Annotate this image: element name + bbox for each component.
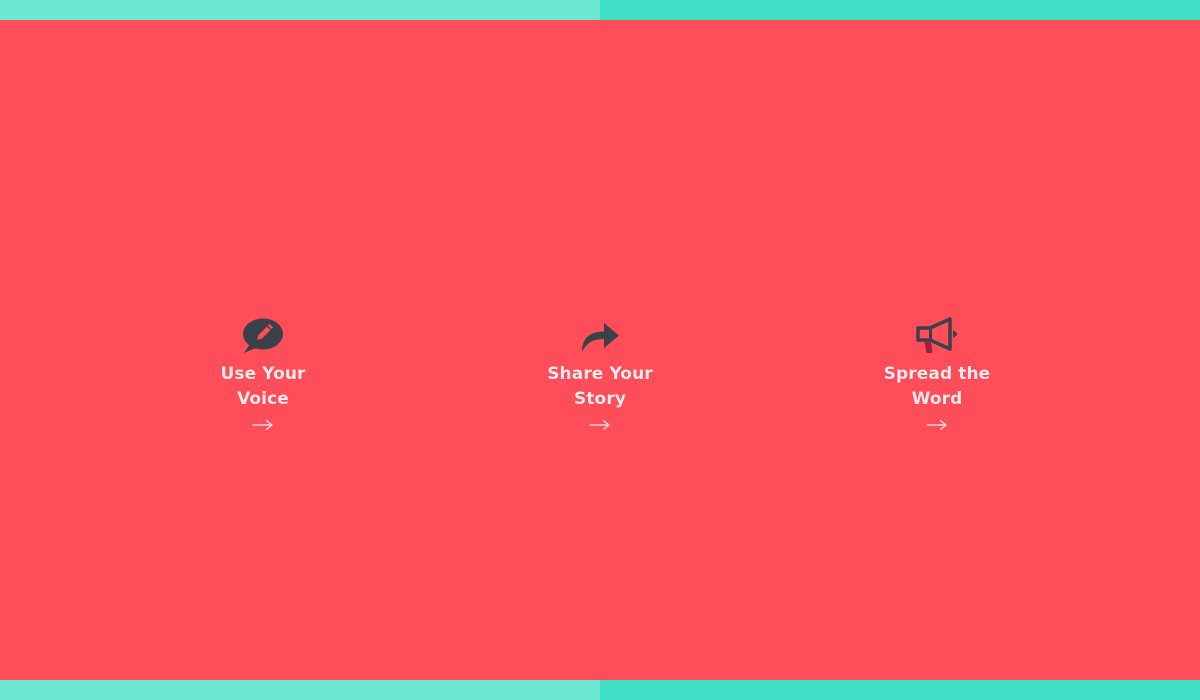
action-panel: Use Your Voice Share Your Story Spread t… xyxy=(0,20,1200,680)
action-title: Share Your Story xyxy=(547,364,653,409)
action-title: Use Your Voice xyxy=(220,364,306,409)
top-band xyxy=(0,0,1200,20)
bottom-band xyxy=(0,680,1200,700)
page: Use Your Voice Share Your Story Spread t… xyxy=(0,0,1200,700)
bottom-band-left xyxy=(0,680,600,700)
right-arrow-icon[interactable] xyxy=(926,418,948,432)
chat-bubble-pencil-icon xyxy=(243,318,283,353)
action-card-use-your-voice[interactable]: Use Your Voice xyxy=(173,316,353,432)
share-arrow-icon xyxy=(582,323,619,352)
bottom-band-right xyxy=(600,680,1200,700)
action-card-spread-the-word[interactable]: Spread the Word xyxy=(847,316,1027,432)
top-band-left xyxy=(0,0,600,20)
action-title: Spread the Word xyxy=(883,364,991,409)
action-card-share-your-story[interactable]: Share Your Story xyxy=(510,316,690,432)
top-band-right xyxy=(600,0,1200,20)
right-arrow-icon[interactable] xyxy=(589,418,611,432)
right-arrow-icon[interactable] xyxy=(252,418,274,432)
megaphone-icon xyxy=(916,317,957,353)
